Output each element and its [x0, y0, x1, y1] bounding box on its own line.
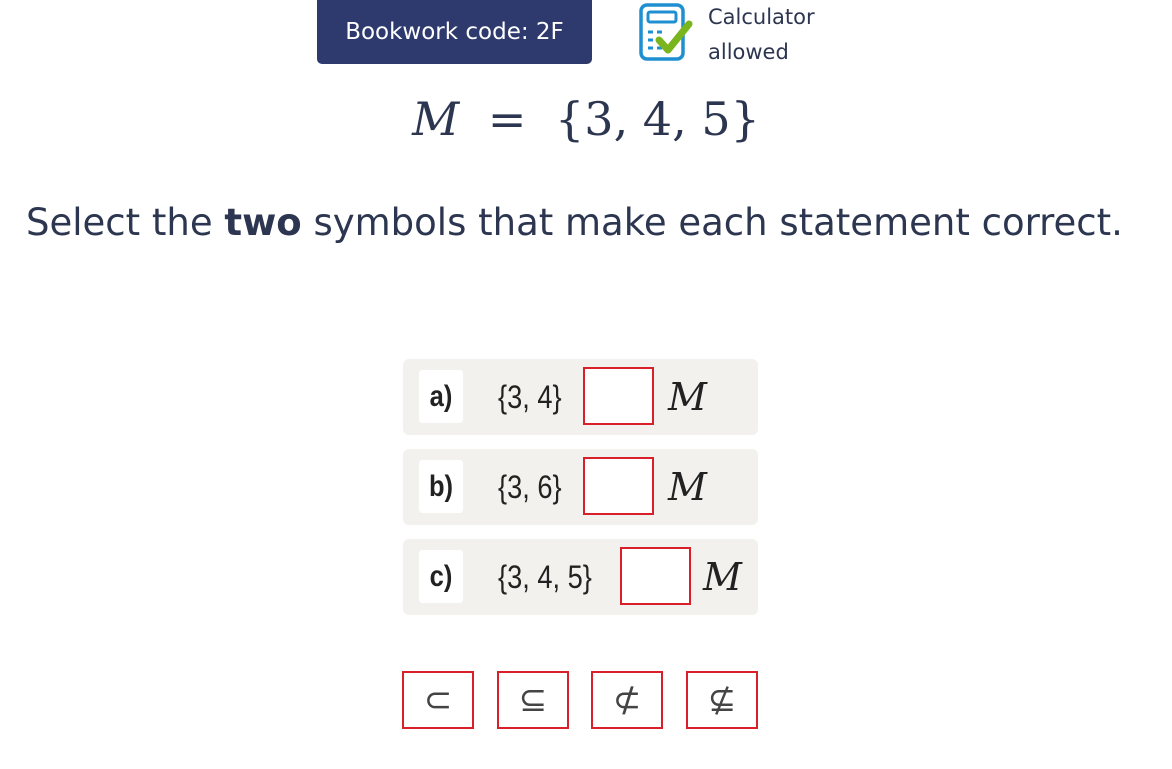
question-row-a: a) {3, 4} M — [403, 359, 758, 435]
question-row-c: c) {3, 4, 5} M — [403, 539, 758, 615]
symbol-choice-not-subset-or-equal[interactable]: ⊈ — [686, 671, 758, 729]
bookwork-code-badge: Bookwork code: 2F — [317, 0, 592, 64]
target-set: M — [668, 465, 707, 509]
answer-drop-box[interactable] — [583, 367, 654, 425]
set-variable: M — [412, 92, 460, 146]
instruction-part: Select the — [26, 201, 225, 244]
set-elements: {3, 4, 5} — [555, 92, 760, 146]
calculator-allowed-text: Calculator allowed — [708, 0, 815, 70]
symbol-choice-not-subset[interactable]: ⊄ — [591, 671, 663, 729]
calculator-allowed-icon — [639, 3, 693, 61]
set-definition: M = {3, 4, 5} — [0, 92, 1172, 146]
question-label: b) — [418, 460, 464, 513]
answer-drop-box[interactable] — [620, 547, 691, 605]
instruction-emphasis: two — [224, 201, 302, 244]
equals-sign: = — [487, 92, 527, 146]
question-label: a) — [418, 370, 464, 423]
question-row-b: b) {3, 6} M — [403, 449, 758, 525]
calculator-label: Calculator — [708, 5, 815, 29]
question-set: {3, 4, 5} — [498, 558, 592, 595]
symbol-choice-proper-subset[interactable]: ⊂ — [402, 671, 474, 729]
symbol-choice-subset-or-equal[interactable]: ⊆ — [497, 671, 569, 729]
question-set: {3, 4} — [498, 378, 562, 415]
allowed-label: allowed — [708, 40, 789, 64]
answer-drop-box[interactable] — [583, 457, 654, 515]
question-set: {3, 6} — [498, 468, 562, 505]
target-set: M — [703, 555, 742, 599]
question-label: c) — [418, 550, 464, 603]
target-set: M — [668, 375, 707, 419]
instruction-text: Select the two symbols that make each st… — [26, 201, 1123, 244]
instruction-part: symbols that make each statement correct… — [301, 201, 1123, 244]
